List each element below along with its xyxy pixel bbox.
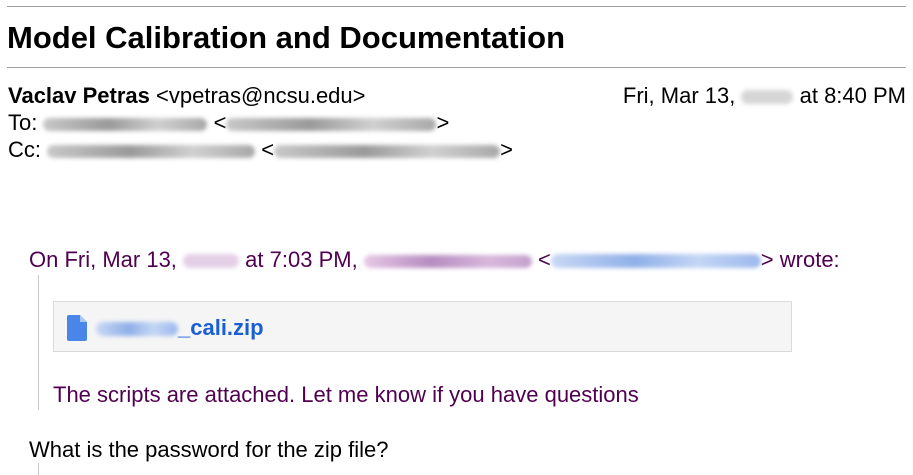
redacted-quote-year (183, 254, 240, 269)
quote-attribution: On Fri, Mar 13, at 7:03 PM, < > wrote: (29, 247, 840, 273)
cc-angle-close: > (500, 137, 513, 162)
header-divider (7, 67, 906, 68)
sender-name[interactable]: Vaclav Petras (8, 83, 150, 108)
reply-quote-border (38, 463, 39, 475)
top-divider (7, 6, 906, 7)
redacted-cc-name (47, 144, 256, 158)
file-icon (67, 315, 87, 341)
quote-wrote: > wrote: (760, 247, 840, 272)
redacted-year (741, 90, 794, 105)
from-line: Vaclav Petras <vpetras@ncsu.edu> (8, 83, 366, 109)
email-date: Fri, Mar 13, at 8:40 PM (623, 83, 906, 109)
cc-label: Cc: (8, 137, 41, 162)
cc-line: Cc: < > (8, 137, 513, 163)
to-angle-open: < (213, 110, 227, 135)
date-prefix: Fri, Mar 13, (622, 83, 736, 108)
redacted-cc-email (274, 144, 501, 158)
redacted-recipient-email (226, 117, 437, 131)
quote-date-prefix: On Fri, Mar 13, (29, 247, 177, 272)
attachment-link[interactable]: _cali.zip (96, 315, 264, 341)
attachment-name-suffix: _cali.zip (178, 315, 264, 340)
attachment-card[interactable]: _cali.zip (53, 301, 792, 352)
sender-email[interactable]: <vpetras@ncsu.edu> (156, 83, 365, 108)
reply-text: What is the password for the zip file? (29, 437, 389, 462)
redacted-quote-email (550, 254, 761, 269)
quote-angle-open: < (537, 247, 551, 272)
quoted-message: The scripts are attached. Let me know if… (53, 382, 639, 407)
redacted-recipient-name (43, 117, 208, 131)
email-subject: Model Calibration and Documentation (7, 20, 566, 55)
cc-angle-open: < (261, 137, 275, 162)
quote-time: at 7:03 PM, (245, 247, 358, 272)
to-line: To: < > (8, 110, 449, 136)
to-angle-close: > (436, 110, 450, 135)
date-time: at 8:40 PM (799, 83, 906, 108)
redacted-attachment-prefix (96, 322, 178, 337)
to-label: To: (8, 110, 38, 135)
quote-border (38, 275, 39, 410)
redacted-quote-sender (363, 254, 532, 268)
